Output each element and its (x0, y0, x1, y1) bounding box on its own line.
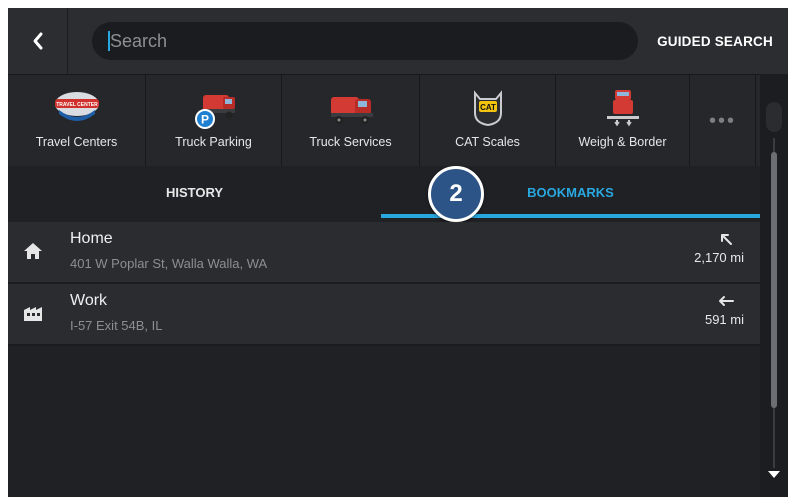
category-label: Travel Centers (35, 135, 118, 149)
step-badge: 2 (428, 166, 484, 222)
category-truck-services[interactable]: Truck Services (282, 75, 420, 167)
travel-center-icon-text: TRAVEL CENTER (56, 102, 98, 108)
parking-badge-text: P (200, 113, 208, 127)
bookmark-name: Home (70, 230, 113, 247)
category-travel-centers[interactable]: TRAVEL CENTER Travel Centers (8, 75, 146, 167)
bookmark-distance: 2,170 mi (694, 250, 744, 265)
scrollbar[interactable] (760, 74, 788, 497)
list-item[interactable]: Work I-57 Exit 54B, IL 591 mi (8, 284, 760, 346)
bookmark-address: I-57 Exit 54B, IL (70, 318, 163, 333)
category-weigh-border[interactable]: Weigh & Border (556, 75, 690, 167)
category-label: Weigh & Border (578, 135, 667, 149)
home-icon (24, 243, 42, 259)
arrow-left-icon (719, 296, 734, 306)
back-button[interactable] (8, 8, 68, 74)
travel-center-icon: TRAVEL CENTER (54, 92, 99, 121)
chevron-left-icon (33, 32, 42, 50)
weigh-border-icon (606, 90, 639, 127)
bookmark-name: Work (70, 292, 108, 309)
arrow-up-left-icon (721, 234, 732, 245)
category-label: Truck Parking (175, 135, 252, 149)
bookmark-distance: 591 mi (704, 312, 744, 327)
category-truck-parking[interactable]: P Truck Parking (146, 75, 282, 167)
category-label: CAT Scales (455, 135, 520, 149)
category-cat-scales[interactable]: CAT CAT Scales (420, 75, 556, 167)
bookmark-address: 401 W Poplar St, Walla Walla, WA (70, 256, 268, 271)
category-bar: TRAVEL CENTER Travel Centers P Truck Par… (8, 74, 788, 167)
search-box[interactable] (92, 22, 638, 60)
cat-scale-icon: CAT (473, 90, 502, 127)
search-input[interactable] (110, 22, 620, 60)
guided-search-button[interactable]: GUIDED SEARCH (642, 8, 788, 74)
scroll-down-arrow-icon[interactable] (766, 466, 782, 482)
cat-badge-text: CAT (480, 103, 496, 112)
truck-services-icon (330, 97, 373, 124)
app-screen: GUIDED SEARCH TRAVEL CENTER Travel Cente… (8, 8, 788, 497)
scroll-up-area[interactable] (766, 102, 782, 132)
top-bar: GUIDED SEARCH (8, 8, 788, 74)
work-building-icon (24, 307, 42, 321)
more-categories-button[interactable]: ••• (690, 75, 756, 167)
truck-parking-icon: P (194, 95, 235, 129)
scroll-thumb[interactable] (771, 152, 777, 408)
list-item[interactable]: Home 401 W Poplar St, Walla Walla, WA 2,… (8, 222, 760, 284)
bookmark-list: Home 401 W Poplar St, Walla Walla, WA 2,… (8, 222, 760, 346)
tab-history[interactable]: HISTORY (8, 166, 381, 218)
category-label: Truck Services (309, 135, 392, 149)
tab-bar: HISTORY BOOKMARKS (8, 166, 760, 218)
